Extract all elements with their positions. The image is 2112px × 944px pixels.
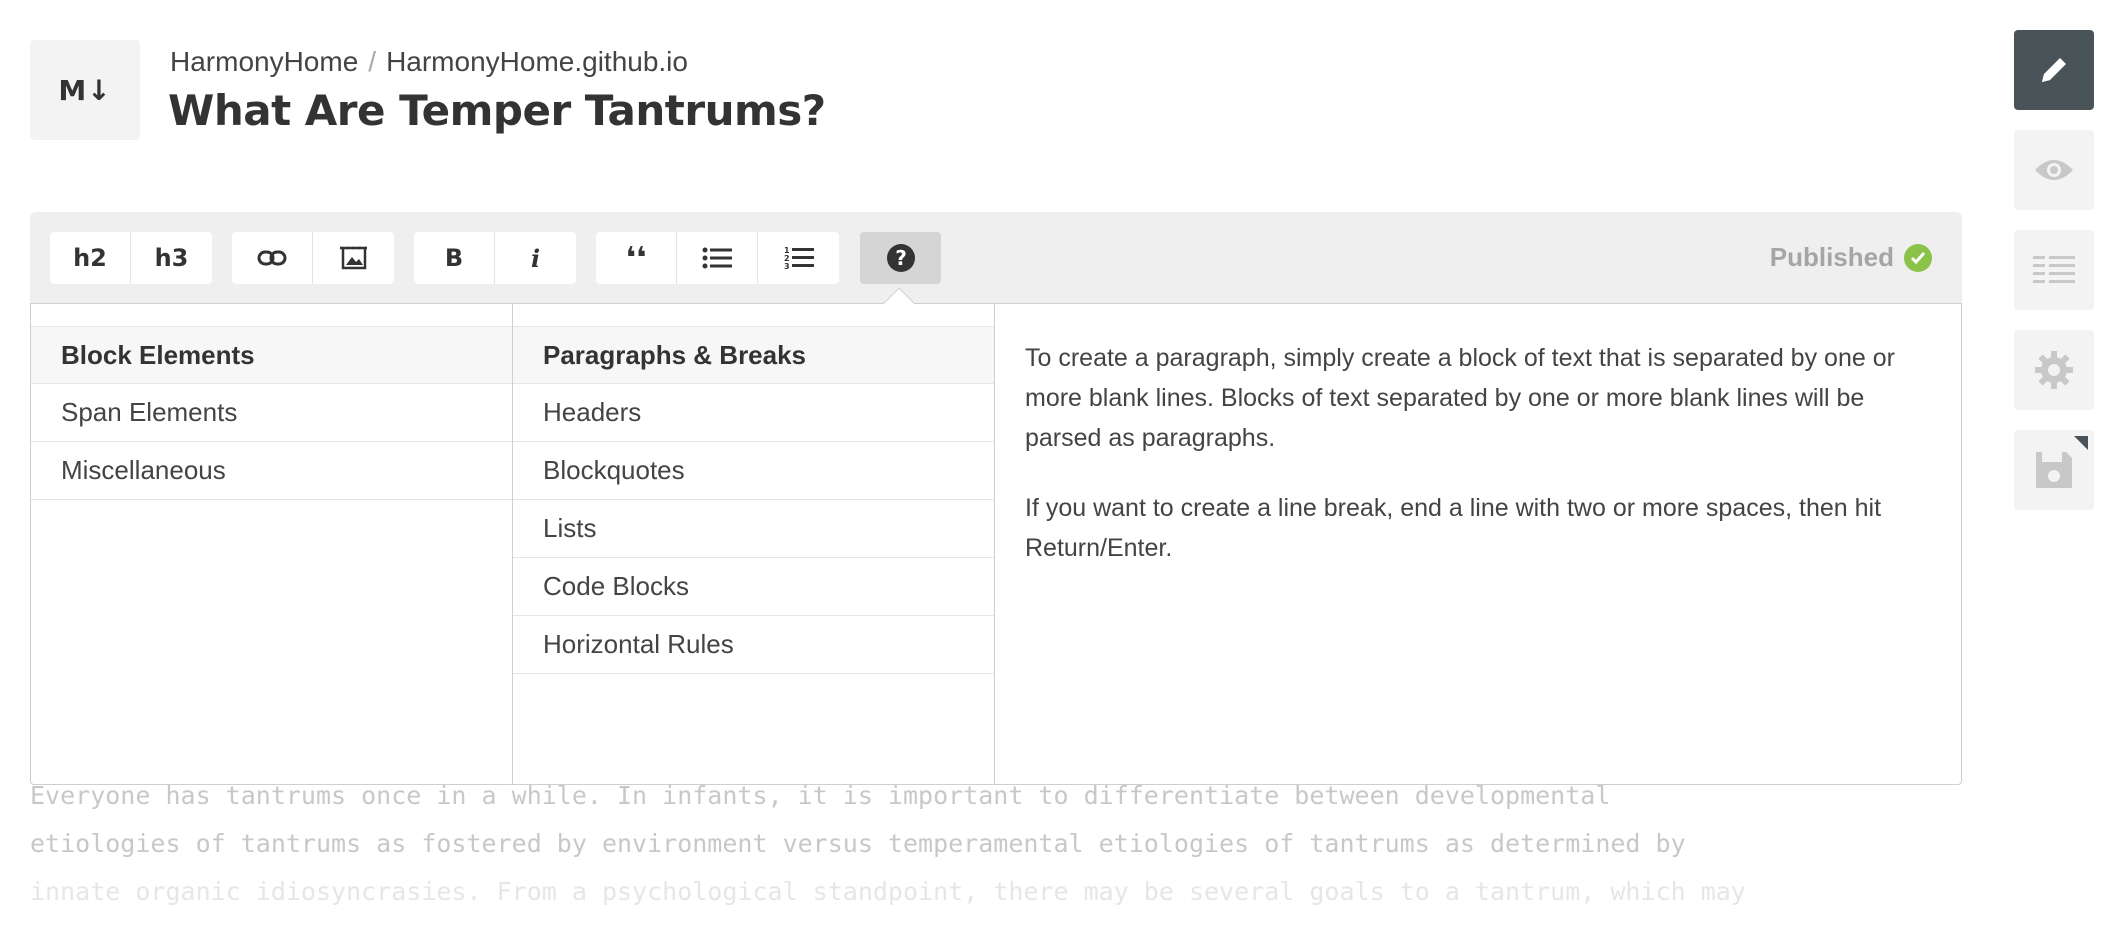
help-content: To create a paragraph, simply create a b… [995, 304, 1961, 784]
help-topic-code-blocks[interactable]: Code Blocks [513, 558, 994, 616]
numbered-list-icon: 1 2 3 [784, 246, 814, 271]
help-button-group: ? [860, 232, 941, 284]
check-circle-icon [1904, 243, 1932, 272]
edit-icon [2042, 58, 2066, 82]
markdown-logo: M↓ [30, 40, 140, 140]
help-button[interactable]: ? [860, 232, 941, 284]
markdown-help-panel: Block Elements Span Elements Miscellaneo… [30, 303, 1962, 785]
italic-button[interactable]: i [495, 232, 576, 284]
help-topic-horizontal-rules[interactable]: Horizontal Rules [513, 616, 994, 674]
help-topic-headers[interactable]: Headers [513, 384, 994, 442]
bold-button[interactable]: B [414, 232, 495, 284]
preview-icon [2035, 160, 2073, 180]
help-topic-blockquotes[interactable]: Blockquotes [513, 442, 994, 500]
help-content-paragraph: To create a paragraph, simply create a b… [1025, 344, 1895, 452]
h3-button[interactable]: h3 [131, 232, 212, 284]
link-icon [257, 250, 287, 266]
meta-icon [2033, 256, 2075, 283]
heading-button-group: h2 h3 [50, 232, 212, 284]
meta-button[interactable] [2014, 230, 2094, 310]
help-topic-lists[interactable]: Lists [513, 500, 994, 558]
breadcrumb-separator: / [368, 46, 377, 77]
editor-line: innate organic idiosyncrasies. From a ps… [30, 877, 1746, 906]
numbered-list-button[interactable]: 1 2 3 [758, 232, 839, 284]
edit-button[interactable] [2014, 30, 2094, 110]
breadcrumb-owner[interactable]: HarmonyHome [170, 46, 358, 78]
publish-status: Published [1770, 242, 1932, 273]
link-button[interactable] [232, 232, 313, 284]
help-topic-paragraphs-breaks[interactable]: Paragraphs & Breaks [513, 326, 994, 384]
quote-button[interactable]: ❛❛ [596, 232, 677, 284]
help-category-miscellaneous[interactable]: Miscellaneous [31, 442, 512, 500]
help-category-list: Block Elements Span Elements Miscellaneo… [31, 304, 513, 784]
bulleted-list-button[interactable] [677, 232, 758, 284]
block-button-group: ❛❛ 1 2 3 [596, 232, 839, 284]
preview-button[interactable] [2014, 130, 2094, 210]
settings-icon [2035, 351, 2073, 389]
editor-line: etiologies of tantrums as fostered by en… [30, 829, 1686, 858]
unsaved-indicator [2074, 436, 2088, 450]
settings-button[interactable] [2014, 330, 2094, 410]
help-topic-list: Paragraphs & Breaks Headers Blockquotes … [513, 304, 995, 784]
save-button[interactable] [2014, 430, 2094, 510]
publish-status-label: Published [1769, 242, 1894, 272]
svg-text:3: 3 [784, 262, 790, 271]
help-category-span-elements[interactable]: Span Elements [31, 384, 512, 442]
h2-button[interactable]: h2 [50, 232, 131, 284]
breadcrumb-repo[interactable]: HarmonyHome.github.io [386, 46, 688, 78]
page-title: What Are Temper Tantrums? [168, 86, 826, 135]
image-icon [339, 246, 368, 270]
help-content-paragraph: If you want to create a line break, end … [1025, 494, 1882, 562]
help-category-block-elements[interactable]: Block Elements [31, 326, 512, 384]
bulleted-list-icon [702, 247, 732, 269]
format-button-group: B i [414, 232, 576, 284]
editor-toolbar: h2 h3 B i ❛❛ 1 2 3 ? Published [30, 212, 1962, 304]
breadcrumb: HarmonyHome / HarmonyHome.github.io [170, 46, 688, 78]
media-button-group [232, 232, 394, 284]
editor-body[interactable]: Everyone has tantrums once in a while. I… [30, 772, 1970, 916]
image-button[interactable] [313, 232, 394, 284]
svg-text:?: ? [895, 246, 907, 270]
save-icon [2036, 452, 2072, 488]
question-circle-icon: ? [886, 244, 915, 272]
